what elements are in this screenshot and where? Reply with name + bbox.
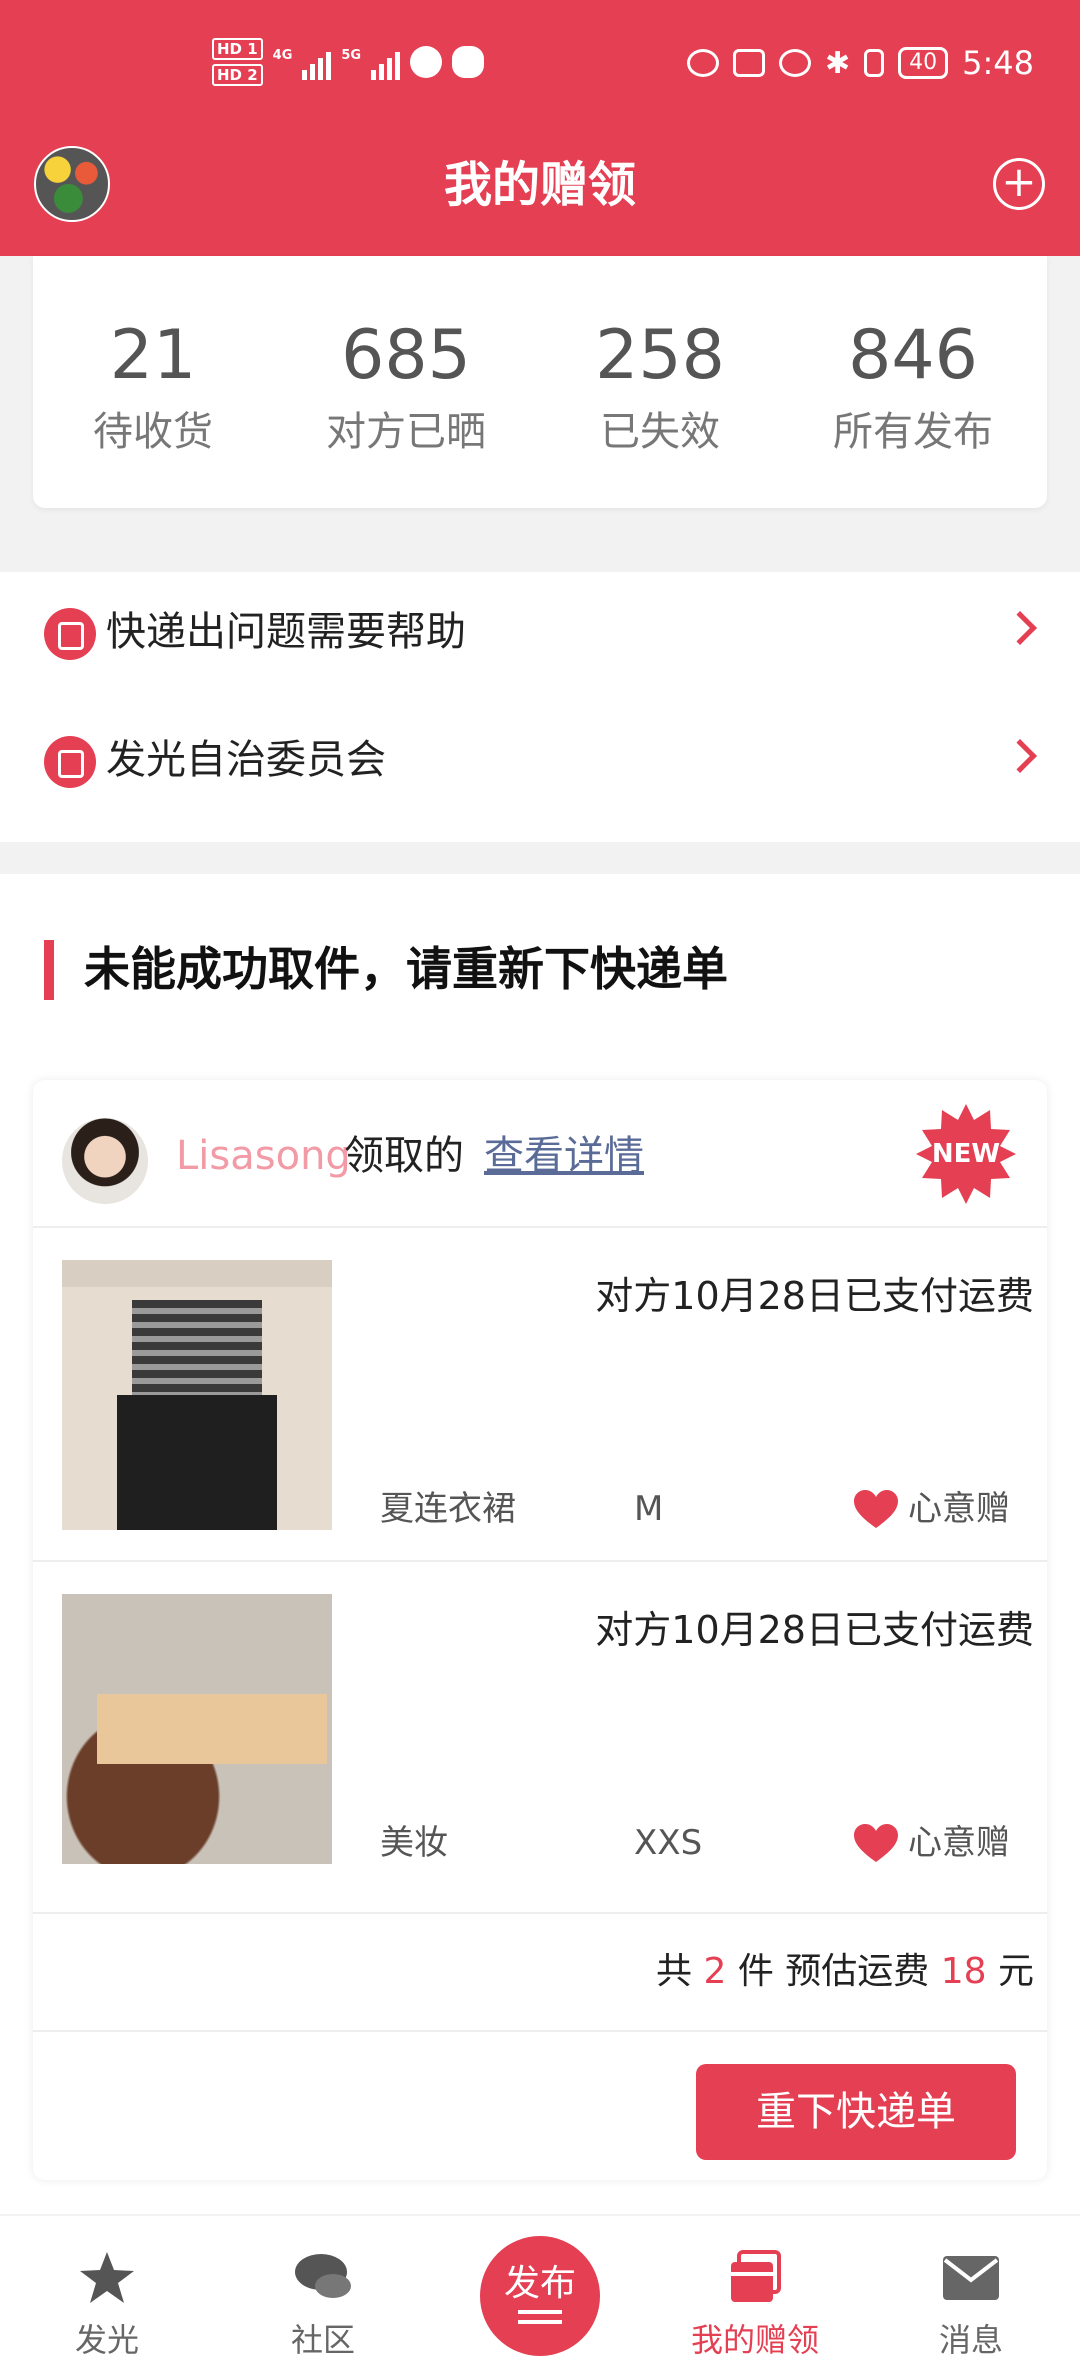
signal-icon bbox=[302, 44, 332, 80]
item-category: 美妆 bbox=[380, 1823, 448, 1863]
stat-value: 846 bbox=[848, 316, 978, 395]
network-5g-label: 5G bbox=[341, 48, 362, 63]
summary-count: 2 bbox=[703, 1951, 727, 1992]
tab-my-gifts[interactable] bbox=[680, 2250, 830, 2306]
publish-button[interactable]: 发布 bbox=[480, 2236, 600, 2356]
divider bbox=[33, 2030, 1047, 2032]
link-committee[interactable]: 发光自治委员会 bbox=[0, 700, 1080, 820]
chevron-right-icon bbox=[1003, 611, 1037, 645]
tab-faguang[interactable] bbox=[32, 2250, 182, 2306]
stat-value: 258 bbox=[595, 316, 725, 395]
summary-fee: 18 bbox=[940, 1951, 987, 1992]
section-title: 未能成功取件，请重新下快递单 bbox=[84, 942, 728, 996]
link-label: 发光自治委员会 bbox=[106, 737, 386, 783]
status-right: ✱ 40 5:48 bbox=[687, 44, 1034, 82]
service-icon bbox=[44, 608, 96, 660]
item-status: 对方10月28日已支付运费 bbox=[595, 1608, 1034, 1652]
stats-card: 21 待收货 685 对方已晒 258 已失效 846 所有发布 bbox=[33, 256, 1047, 508]
item-image-dress[interactable] bbox=[62, 1260, 332, 1530]
tab-label: 我的赠领 bbox=[690, 2321, 819, 2359]
nfc-icon bbox=[733, 49, 765, 77]
clock: 5:48 bbox=[962, 44, 1034, 82]
bluetooth-icon: ✱ bbox=[825, 45, 851, 81]
item-tag: 心意赠 bbox=[908, 1489, 1010, 1529]
new-badge: NEW bbox=[916, 1104, 1016, 1204]
divider bbox=[33, 1226, 1047, 1228]
status-left: HD 1 HD 2 4G 5G bbox=[212, 38, 485, 86]
stat-value: 685 bbox=[341, 316, 471, 395]
network-4g-label: 4G bbox=[272, 48, 293, 63]
add-button[interactable]: + bbox=[993, 158, 1045, 210]
service-icon bbox=[44, 736, 96, 788]
link-delivery-help[interactable]: 快递出问题需要帮助 bbox=[0, 572, 1080, 692]
divider bbox=[33, 1560, 1047, 1562]
chevron-right-icon bbox=[1003, 739, 1037, 773]
tab-messages[interactable] bbox=[896, 2250, 1046, 2306]
item-size: XXS bbox=[634, 1823, 703, 1863]
vibrate-icon bbox=[864, 49, 885, 77]
stat-label: 已失效 bbox=[600, 409, 720, 455]
reorder-express-button[interactable]: 重下快递单 bbox=[696, 2064, 1016, 2160]
claim-verb: 领取的 bbox=[344, 1133, 464, 1179]
hd2-badge: HD 2 bbox=[212, 64, 263, 86]
user-name[interactable]: Lisasong bbox=[176, 1126, 351, 1186]
chat-bubble-icon bbox=[295, 2254, 351, 2298]
star-icon bbox=[80, 2252, 134, 2303]
summary-mid: 件 预估运费 bbox=[737, 1951, 930, 1992]
link-label: 快递出问题需要帮助 bbox=[106, 609, 466, 655]
section-accent-bar bbox=[44, 940, 54, 1000]
hd1-badge: HD 1 bbox=[212, 38, 263, 60]
item-image-cosmetic[interactable] bbox=[62, 1594, 332, 1864]
view-details-link[interactable]: 查看详情 bbox=[484, 1126, 644, 1186]
battery-indicator: 40 bbox=[898, 47, 949, 79]
heart-icon bbox=[854, 1490, 898, 1528]
item-category: 夏连衣裙 bbox=[380, 1489, 516, 1529]
signal-icon-2 bbox=[371, 44, 401, 80]
tab-label: 发光 bbox=[74, 2321, 139, 2359]
divider bbox=[33, 1912, 1047, 1914]
item-tag: 心意赠 bbox=[908, 1823, 1010, 1863]
envelope-icon bbox=[943, 2256, 999, 2300]
order-summary: 共 2 件 预估运费 18 元 bbox=[656, 1944, 1034, 2000]
tab-label: 社区 bbox=[290, 2321, 355, 2359]
eye-icon bbox=[687, 49, 719, 77]
wechat-icon bbox=[452, 46, 485, 78]
new-badge-label: NEW bbox=[931, 1139, 1001, 1169]
tab-label: 消息 bbox=[938, 2321, 1003, 2359]
stat-label: 对方已晒 bbox=[326, 409, 486, 455]
stat-label: 待收货 bbox=[93, 409, 213, 455]
alarm-icon bbox=[779, 49, 811, 77]
help-links: 快递出问题需要帮助 发光自治委员会 bbox=[0, 572, 1080, 842]
summary-suffix: 元 bbox=[997, 1951, 1034, 1992]
publish-label: 发布 bbox=[503, 2263, 576, 2304]
heart-icon bbox=[854, 1824, 898, 1862]
tab-community[interactable] bbox=[248, 2250, 398, 2306]
status-bar: HD 1 HD 2 4G 5G ✱ 40 5:48 bbox=[0, 0, 1080, 140]
user-avatar[interactable] bbox=[62, 1118, 148, 1204]
app-notification-icon bbox=[410, 46, 443, 78]
stat-value: 21 bbox=[109, 316, 197, 395]
page-title: 我的赠领 bbox=[443, 157, 636, 213]
item-size: M bbox=[634, 1489, 664, 1529]
cards-icon bbox=[731, 2250, 781, 2302]
item-status: 对方10月28日已支付运费 bbox=[595, 1274, 1034, 1318]
publish-icon bbox=[518, 2310, 562, 2314]
summary-prefix: 共 bbox=[655, 1951, 692, 1992]
hd-badges: HD 1 HD 2 bbox=[212, 38, 263, 86]
stat-label: 所有发布 bbox=[833, 409, 993, 455]
